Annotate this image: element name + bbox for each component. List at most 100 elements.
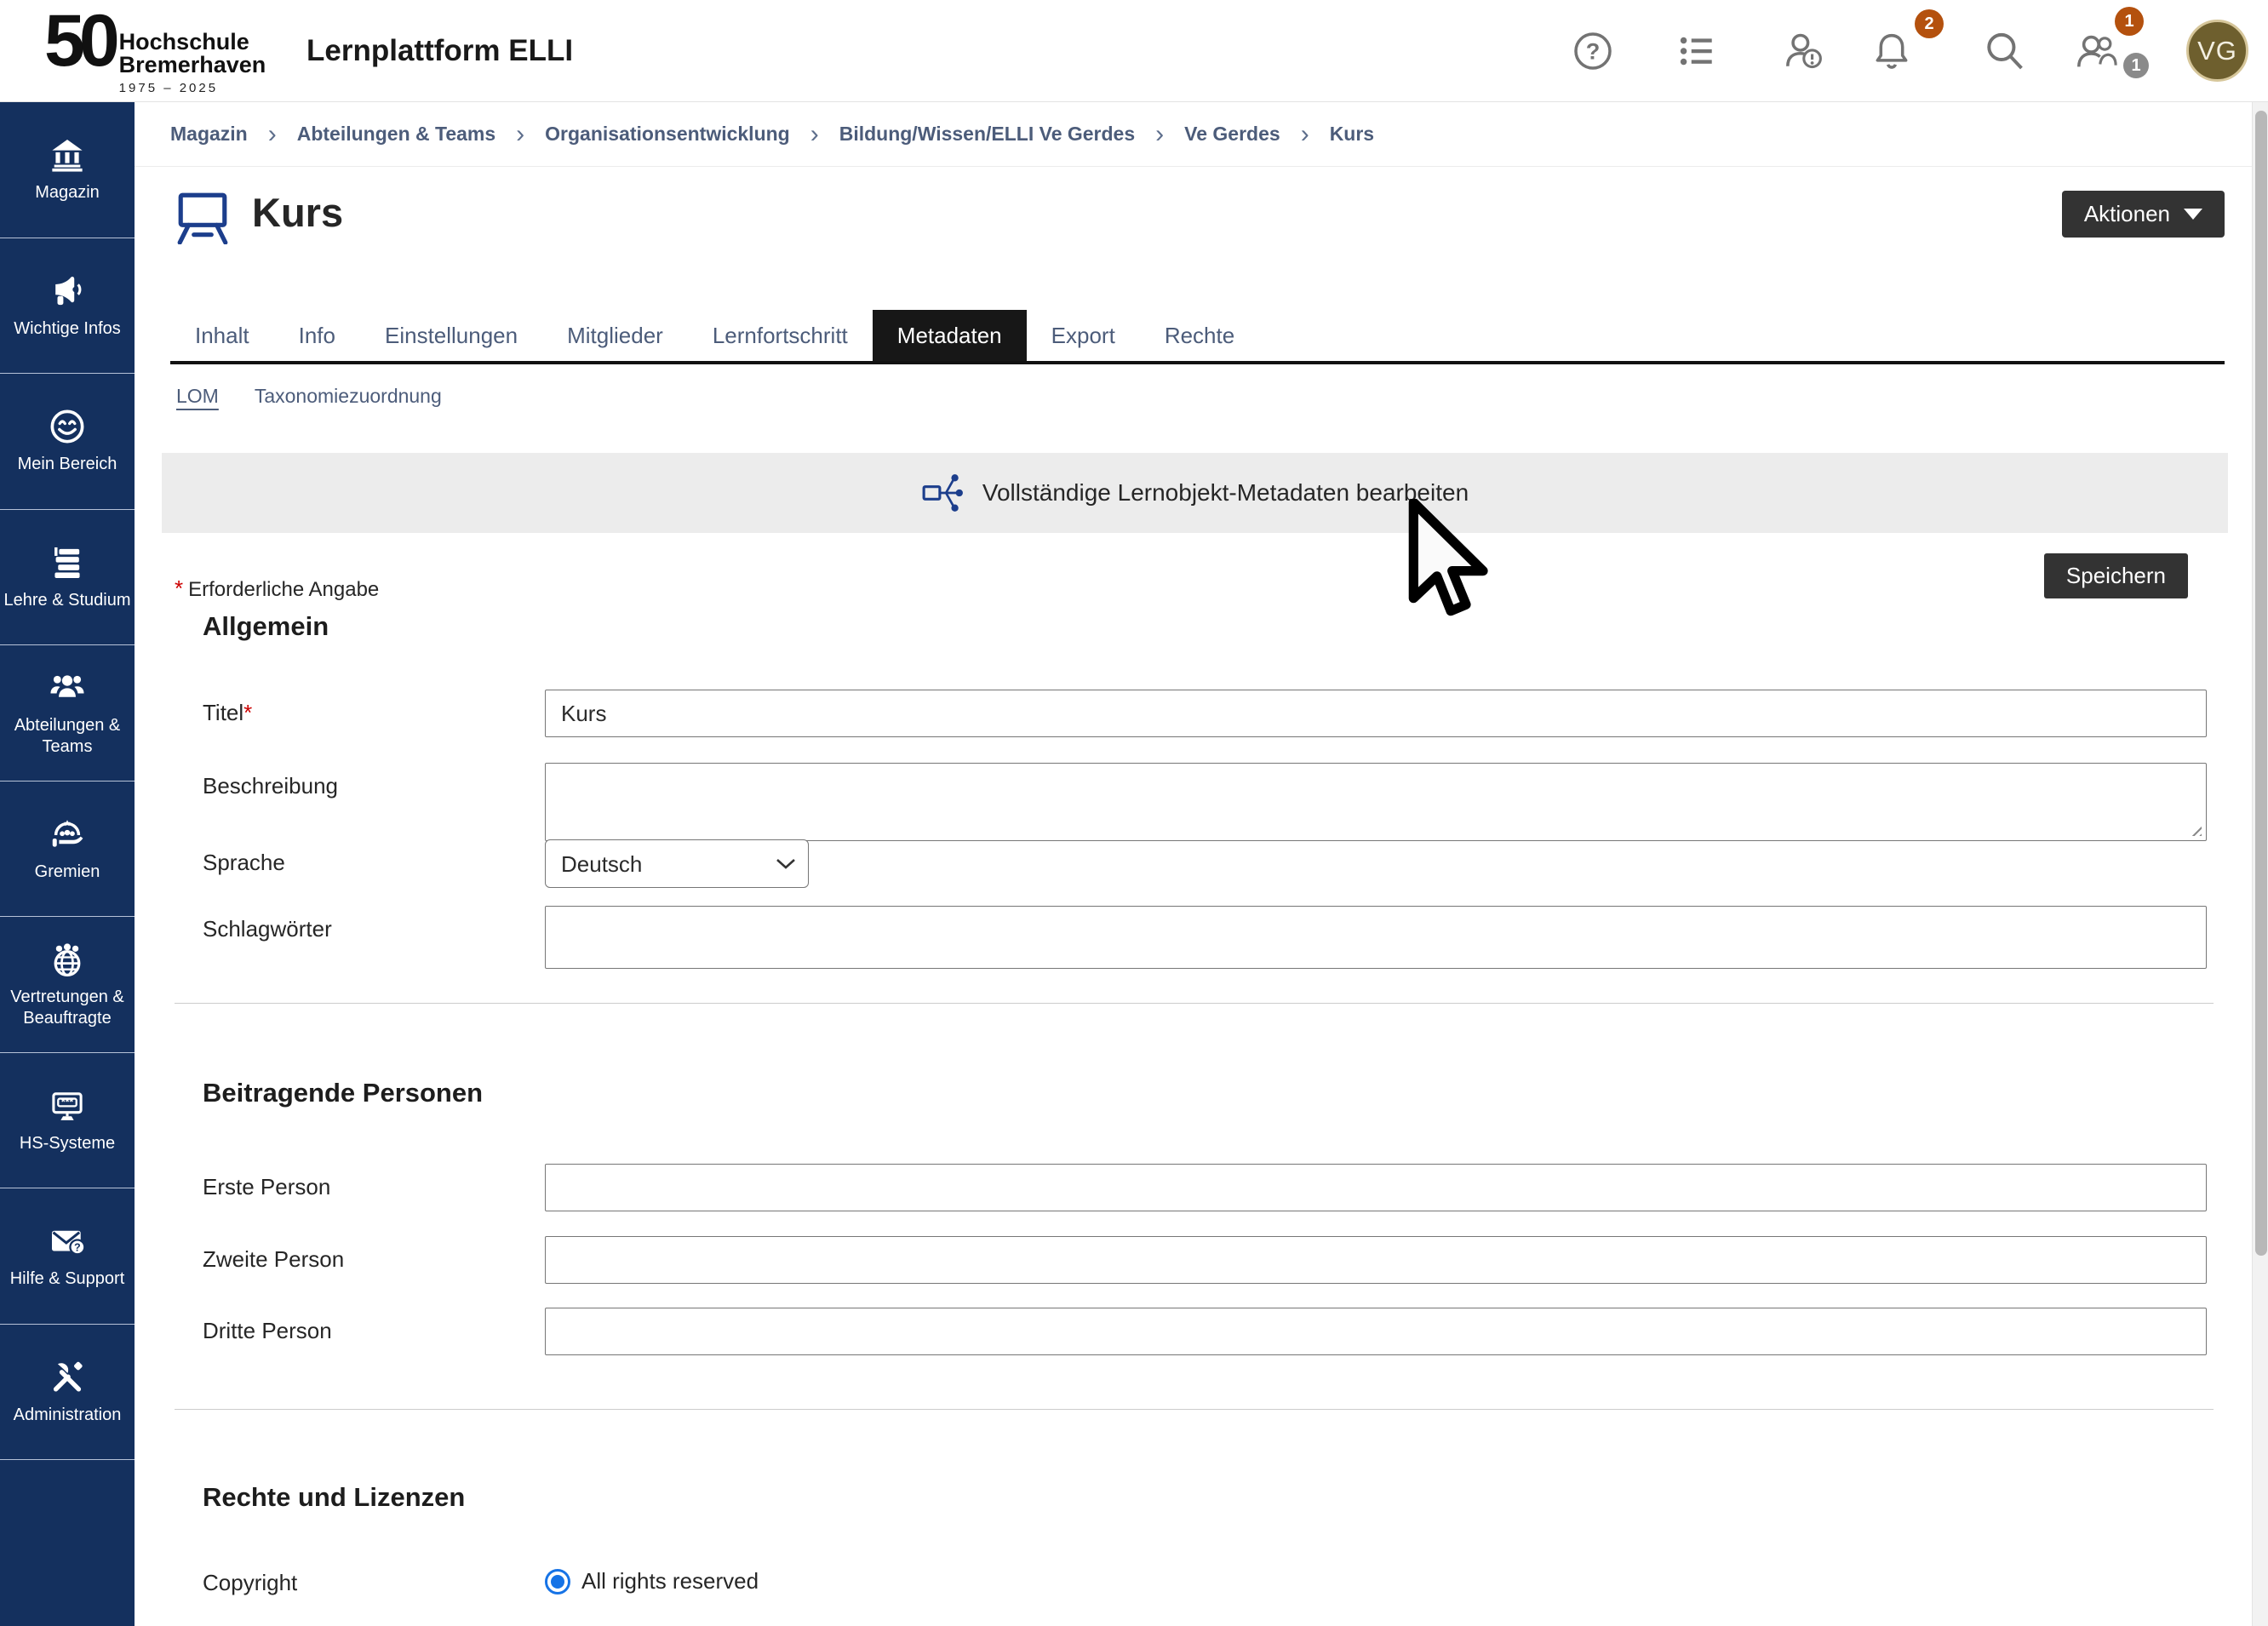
tab-metadaten[interactable]: Metadaten: [873, 310, 1027, 361]
sidebar-item-hs-systeme[interactable]: *** HS-Systeme: [0, 1053, 135, 1189]
sidebar-item-label: HS-Systeme: [20, 1133, 115, 1154]
caret-down-icon: [2184, 209, 2202, 220]
breadcrumb-separator-icon: ›: [1301, 122, 1309, 147]
section-heading-beitragende: Beitragende Personen: [203, 1078, 483, 1108]
edit-full-metadata-banner[interactable]: Vollständige Lernobjekt-Metadaten bearbe…: [162, 453, 2228, 533]
sidebar-item-mein-bereich[interactable]: Mein Bereich: [0, 374, 135, 510]
user-status-icon: [1783, 30, 1825, 72]
contacts-button[interactable]: [2072, 27, 2120, 75]
help-button[interactable]: ?: [1569, 27, 1617, 75]
sidebar-item-label: Administration: [14, 1405, 122, 1426]
required-note: *Erforderliche Angabe: [175, 575, 379, 602]
sidebar-item-label: Mein Bereich: [18, 454, 117, 475]
university-logo[interactable]: 50 Hochschule Bremerhaven 1975 – 2025: [44, 7, 266, 95]
sidebar-item-label: Magazin: [35, 182, 100, 203]
logo-name-line1: Hochschule: [119, 31, 266, 54]
required-asterisk: *: [175, 575, 183, 601]
sidebar-item-label: Vertretungen & Beauftragte: [3, 987, 131, 1029]
beschreibung-textarea[interactable]: [545, 763, 2207, 841]
section-heading-rechte: Rechte und Lizenzen: [203, 1482, 465, 1513]
zweite-person-label: Zweite Person: [203, 1246, 344, 1273]
users-icon: [2075, 30, 2117, 72]
notifications-badge: 2: [1915, 9, 1944, 38]
copyright-radio[interactable]: [545, 1569, 570, 1595]
scrollbar-track[interactable]: [2252, 102, 2268, 1626]
course-easel-icon: [175, 188, 231, 244]
schlagwoerter-label: Schlagwörter: [203, 916, 332, 942]
app-title: Lernplattform ELLI: [306, 34, 573, 68]
titel-label-text: Titel: [203, 700, 243, 725]
sprache-select[interactable]: Deutsch: [545, 839, 809, 888]
sidebar-item-wichtige-infos[interactable]: Wichtige Infos: [0, 238, 135, 375]
dritte-person-input[interactable]: [545, 1308, 2207, 1355]
anniversary-50-mark: 50: [44, 7, 114, 77]
required-asterisk: *: [243, 700, 252, 725]
contacts-badge-bottom: 1: [2123, 53, 2149, 78]
sidebar-item-administration[interactable]: Administration: [0, 1325, 135, 1461]
scrollbar-thumb[interactable]: [2255, 111, 2267, 1256]
actions-button[interactable]: Aktionen: [2062, 191, 2225, 238]
copyright-radio-label: All rights reserved: [581, 1568, 759, 1595]
tab-lernfortschritt[interactable]: Lernfortschritt: [688, 310, 873, 361]
subtab-lom[interactable]: LOM: [176, 385, 219, 408]
section-divider: [175, 1003, 2214, 1004]
copyright-option-row: All rights reserved: [545, 1568, 759, 1595]
sidebar-item-label: Abteilungen & Teams: [3, 715, 131, 758]
tab-bar: Inhalt Info Einstellungen Mitglieder Ler…: [170, 310, 2225, 364]
breadcrumb-separator-icon: ›: [810, 122, 819, 147]
logo-name-line2: Bremerhaven: [119, 54, 266, 77]
copyright-label: Copyright: [203, 1570, 297, 1596]
breadcrumb-link[interactable]: Ve Gerdes: [1184, 123, 1280, 146]
breadcrumb-link[interactable]: Bildung/Wissen/ELLI Ve Gerdes: [839, 123, 1135, 146]
sidebar-item-vertretungen[interactable]: Vertretungen & Beauftragte: [0, 917, 135, 1053]
tab-info[interactable]: Info: [274, 310, 360, 361]
tab-mitglieder[interactable]: Mitglieder: [542, 310, 688, 361]
notifications-button[interactable]: [1868, 27, 1916, 75]
sidebar-item-magazin[interactable]: Magazin: [0, 102, 135, 238]
save-button[interactable]: Speichern: [2044, 553, 2188, 598]
svg-text:?: ?: [1586, 38, 1601, 65]
top-header: 50 Hochschule Bremerhaven 1975 – 2025 Le…: [0, 0, 2268, 102]
schlagwoerter-input[interactable]: [545, 906, 2207, 969]
metadata-hub-icon: [921, 472, 964, 514]
sidebar-item-hilfe-support[interactable]: ? Hilfe & Support: [0, 1188, 135, 1325]
who-is-online-button[interactable]: [1780, 27, 1828, 75]
sidebar-item-label: Lehre & Studium: [4, 590, 131, 611]
erste-person-label: Erste Person: [203, 1174, 330, 1200]
titel-input[interactable]: [545, 690, 2207, 737]
sidebar-item-label: Gremien: [35, 862, 100, 883]
breadcrumb-link[interactable]: Abteilungen & Teams: [297, 123, 495, 146]
megaphone-icon: [48, 272, 87, 311]
tab-rechte[interactable]: Rechte: [1140, 310, 1259, 361]
sprache-label: Sprache: [203, 850, 285, 876]
help-icon: ?: [1572, 30, 1614, 72]
breadcrumb-link[interactable]: Magazin: [170, 123, 248, 146]
committee-icon: [48, 815, 87, 854]
breadcrumb: Magazin › Abteilungen & Teams › Organisa…: [135, 102, 2252, 167]
breadcrumb-link[interactable]: Organisationsentwicklung: [545, 123, 790, 146]
svg-text:?: ?: [74, 1242, 81, 1254]
erste-person-input[interactable]: [545, 1164, 2207, 1211]
avatar[interactable]: VG: [2186, 20, 2248, 82]
tab-export[interactable]: Export: [1027, 310, 1140, 361]
tab-inhalt[interactable]: Inhalt: [170, 310, 274, 361]
search-button[interactable]: [1980, 27, 2028, 75]
sidebar-item-lehre-studium[interactable]: Lehre & Studium: [0, 510, 135, 646]
monitor-icon: ***: [48, 1086, 87, 1125]
required-note-text: Erforderliche Angabe: [188, 578, 379, 601]
zweite-person-input[interactable]: [545, 1236, 2207, 1284]
list-menu-icon: [1675, 30, 1718, 72]
search-icon: [1983, 30, 2025, 72]
breadcrumb-link[interactable]: Kurs: [1330, 123, 1374, 146]
tab-einstellungen[interactable]: Einstellungen: [360, 310, 542, 361]
mail-question-icon: ?: [48, 1222, 87, 1261]
breadcrumb-separator-icon: ›: [268, 122, 277, 147]
sidebar-item-label: Wichtige Infos: [14, 318, 121, 340]
subtab-taxonomiezuordnung[interactable]: Taxonomiezuordnung: [255, 385, 442, 408]
sidebar-item-gremien[interactable]: Gremien: [0, 782, 135, 918]
sidebar-item-abteilungen-teams[interactable]: Abteilungen & Teams: [0, 645, 135, 782]
globe-people-icon: [48, 940, 87, 979]
logo-years: 1975 – 2025: [119, 81, 266, 95]
main-menu-button[interactable]: [1673, 27, 1721, 75]
contacts-badge-top: 1: [2115, 7, 2144, 36]
